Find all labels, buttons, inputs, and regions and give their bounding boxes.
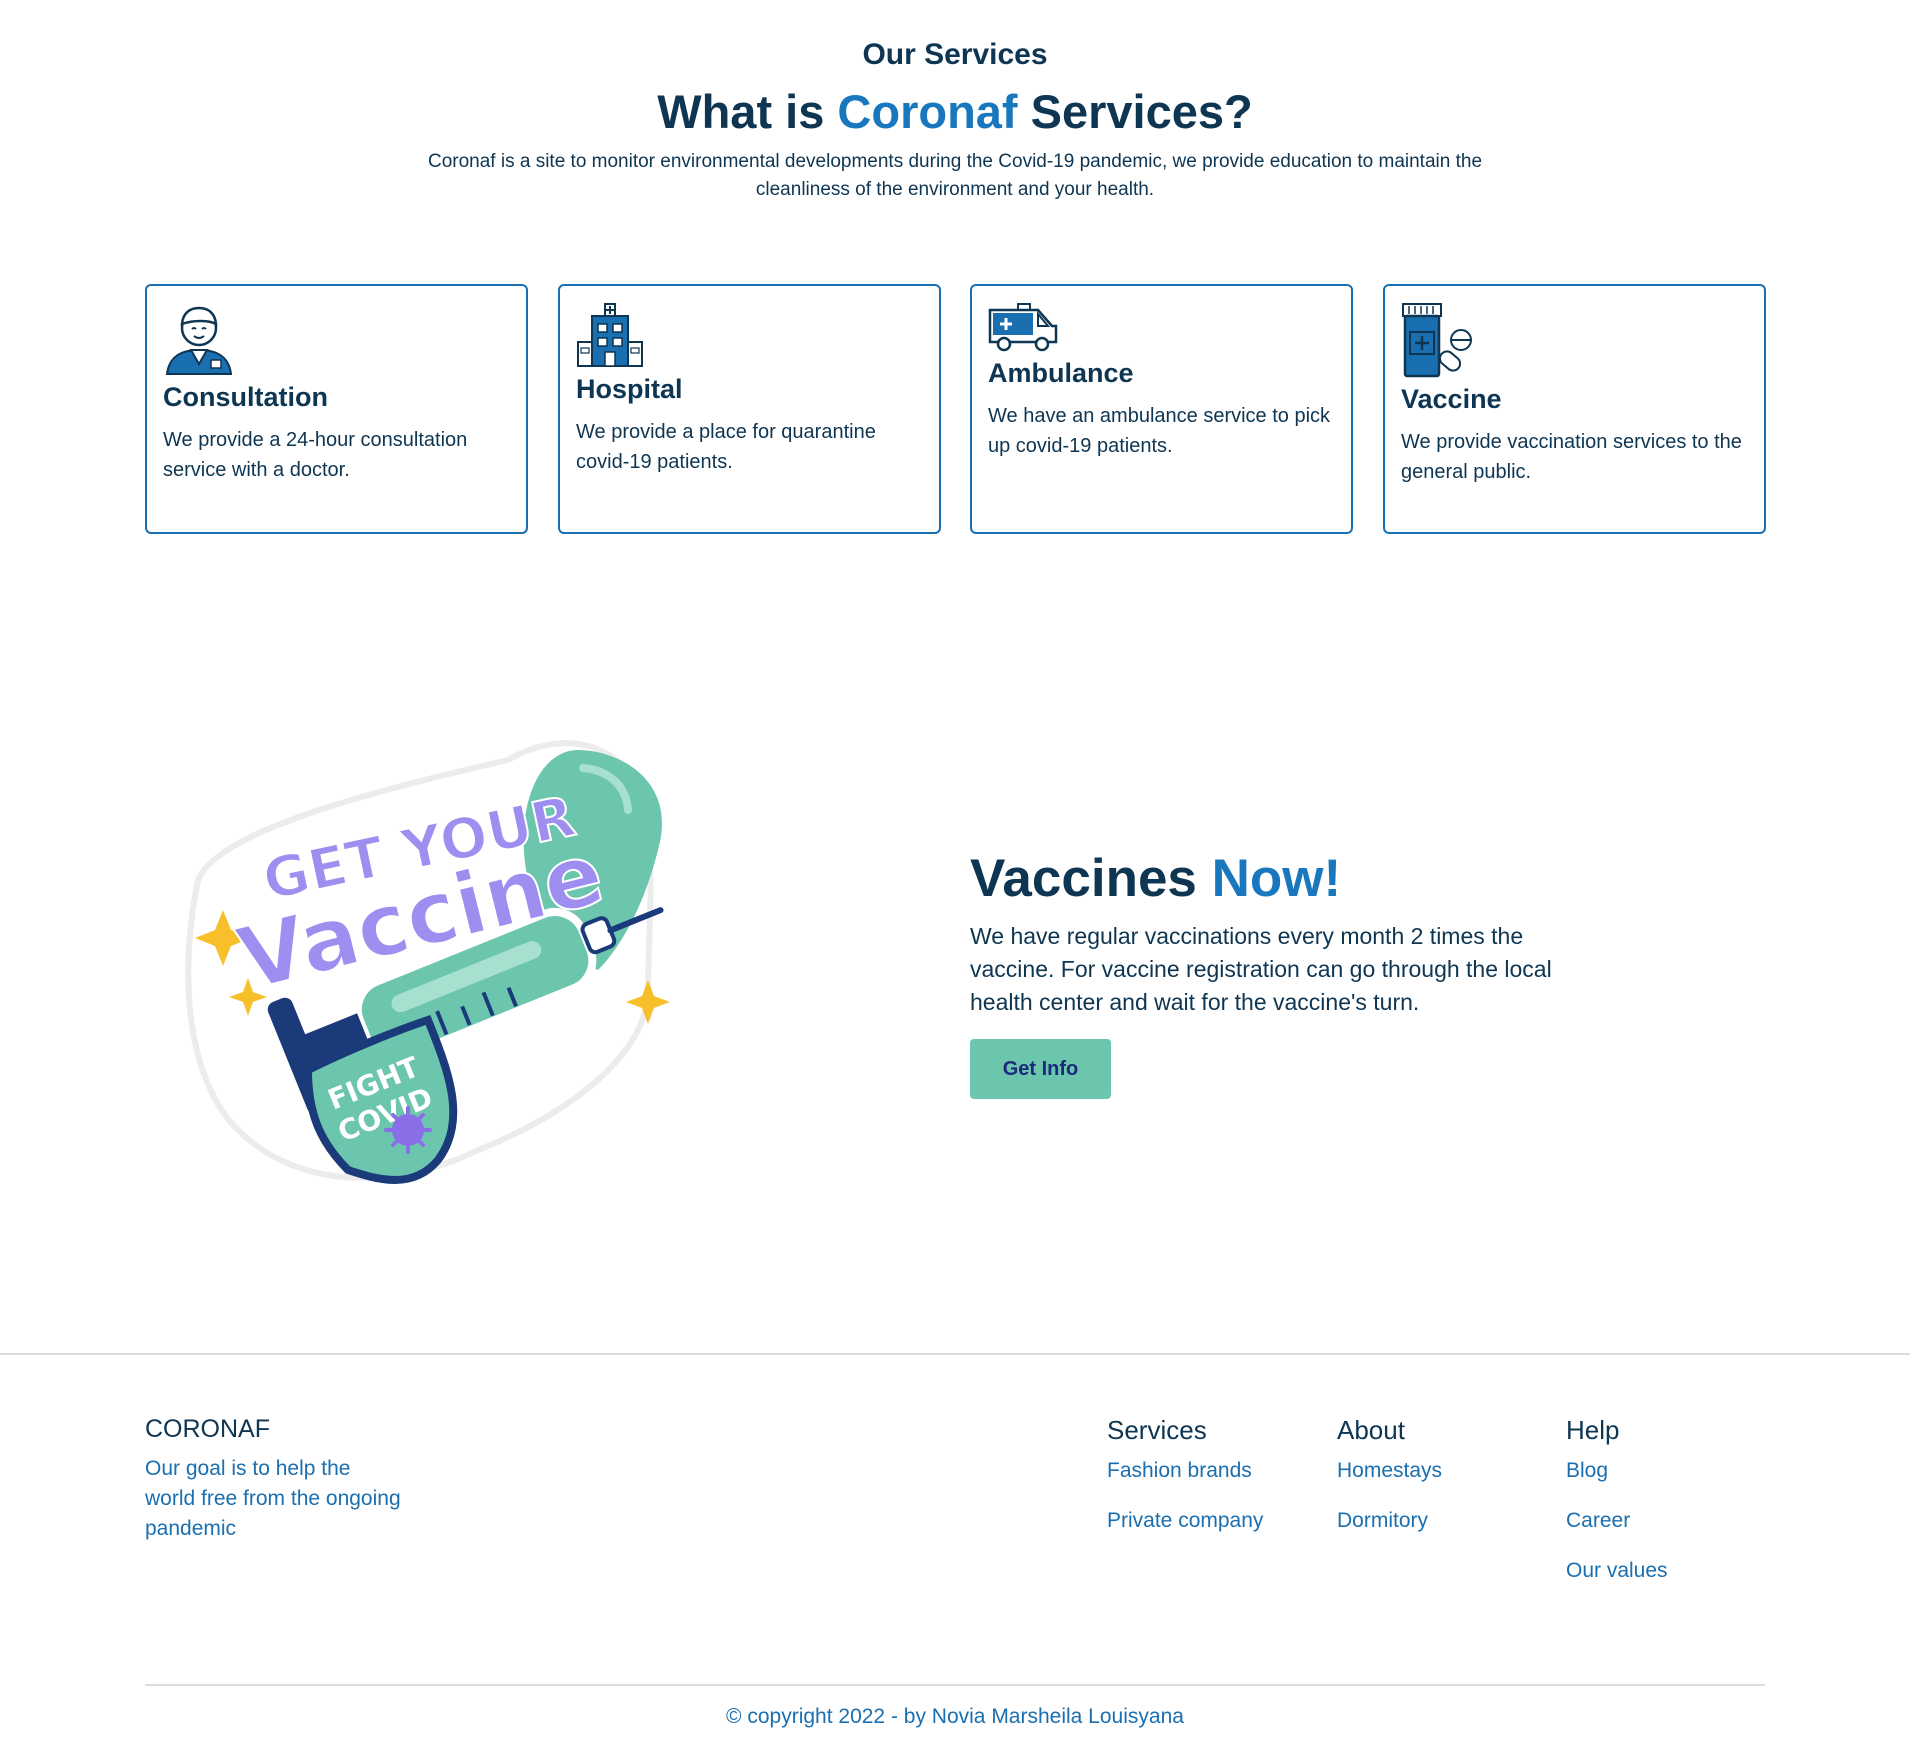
vaccine-bottle-icon (1402, 303, 1472, 378)
ambulance-icon (988, 303, 1058, 352)
get-your-vaccine-sticker: GET YOUR Vaccine FIGHT COVID (185, 740, 670, 1184)
footer-column-title: About (1337, 1415, 1405, 1445)
card-title: Vaccine (1401, 384, 1502, 414)
title-accent: Coronaf (837, 85, 1018, 138)
footer-column-title: Help (1566, 1415, 1620, 1445)
footer-link-homestays[interactable]: Homestays (1337, 1456, 1442, 1486)
card-title: Hospital (576, 374, 683, 404)
footer-link-private-company[interactable]: Private company (1107, 1506, 1263, 1536)
section-kicker: Our Services (862, 38, 1048, 71)
card-title: Ambulance (988, 358, 1134, 388)
title-prefix: What is (657, 85, 838, 138)
doctor-icon (165, 306, 233, 375)
footer-link-blog[interactable]: Blog (1566, 1456, 1668, 1486)
page-title: What is Coronaf Services? (0, 84, 1910, 139)
footer-column-services: Services Fashion brands Private company (1107, 1415, 1263, 1536)
footer-column-about: About Homestays Dormitory (1337, 1415, 1442, 1536)
copyright-text: © copyright 2022 - by Novia Marsheila Lo… (726, 1705, 1184, 1728)
card-title: Consultation (163, 382, 328, 412)
card-text: We provide a place for quarantine covid-… (576, 421, 876, 473)
footer-tagline: Our goal is to help the world free from … (145, 1457, 401, 1540)
promo-title: Vaccines Now! (970, 848, 1341, 909)
hospital-icon (577, 303, 643, 367)
get-info-button[interactable]: Get Info (970, 1039, 1111, 1099)
footer-brand: CORONAF (145, 1415, 270, 1443)
footer-link-dormitory[interactable]: Dormitory (1337, 1506, 1442, 1536)
footer-column-title: Services (1107, 1415, 1207, 1445)
footer-link-our-values[interactable]: Our values (1566, 1556, 1668, 1586)
service-card-vaccine[interactable]: Vaccine We provide vaccination services … (1383, 284, 1766, 534)
footer-link-fashion-brands[interactable]: Fashion brands (1107, 1456, 1263, 1486)
virus-icon (384, 1106, 432, 1154)
title-suffix: Services? (1017, 85, 1253, 138)
promo-title-accent: Now! (1211, 849, 1342, 908)
service-card-consultation[interactable]: Consultation We provide a 24-hour consul… (145, 284, 528, 534)
footer-column-help: Help Blog Career Our values (1566, 1415, 1668, 1586)
section-description: Coronaf is a site to monitor environment… (427, 151, 1483, 200)
service-card-ambulance[interactable]: Ambulance We have an ambulance service t… (970, 284, 1353, 534)
footer-divider (0, 1353, 1910, 1355)
promo-text: We have regular vaccinations every month… (970, 923, 1552, 1015)
bottom-divider (145, 1684, 1765, 1686)
card-text: We provide a 24-hour consultation servic… (163, 429, 468, 481)
footer-link-career[interactable]: Career (1566, 1506, 1668, 1536)
card-text: We provide vaccination services to the g… (1401, 431, 1742, 483)
card-text: We have an ambulance service to pick up … (988, 405, 1331, 457)
promo-title-prefix: Vaccines (970, 849, 1212, 908)
service-card-hospital[interactable]: Hospital We provide a place for quaranti… (558, 284, 941, 534)
